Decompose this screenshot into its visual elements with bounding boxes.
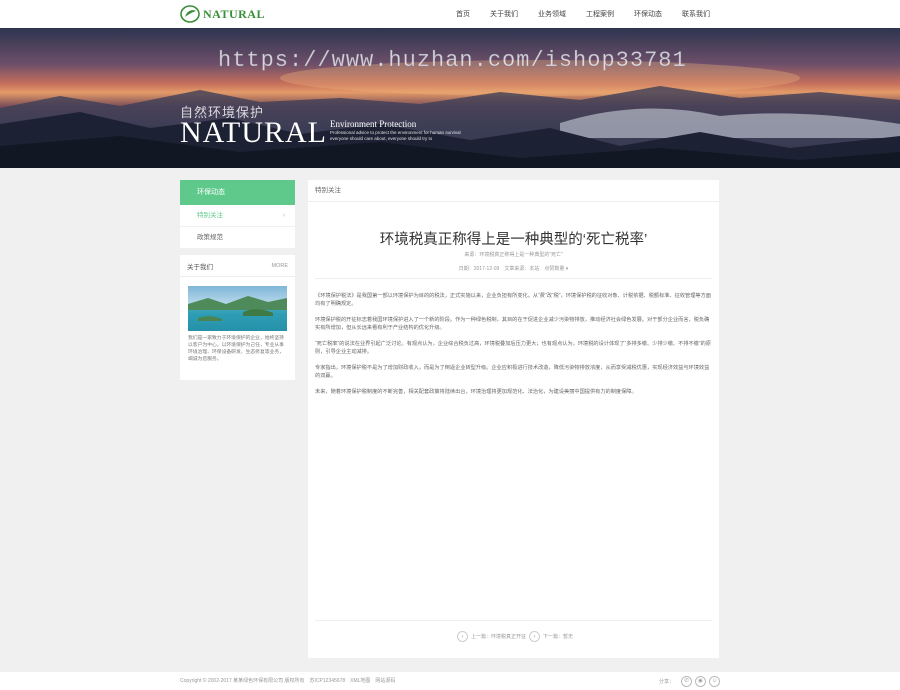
- banner-tagline-line: everyone should care about, everyone sho…: [330, 136, 433, 141]
- chevron-right-icon: ›: [282, 212, 285, 219]
- article-meta: 日期：2017-12-09 文章来源：本站 点赞数量 ▾: [458, 266, 569, 272]
- banner: https://www.huzhan.com/ishop33781 自然环境保护…: [0, 28, 900, 168]
- section-title: 特别关注: [308, 180, 719, 202]
- nav-about[interactable]: 关于我们: [490, 9, 518, 19]
- leaf-logo-icon: [180, 5, 200, 23]
- nav-business[interactable]: 业务领域: [538, 9, 566, 19]
- wechat-icon[interactable]: ✆: [681, 675, 692, 687]
- logo-text: NATURAL: [203, 6, 265, 21]
- prev-arrow-icon[interactable]: ‹: [456, 631, 468, 642]
- about-image[interactable]: [188, 286, 287, 331]
- share-label: 分享：: [658, 678, 674, 685]
- next-article-link[interactable]: 下一篇：暂无: [543, 633, 573, 640]
- banner-subtitle: Environment Protection: [330, 119, 417, 129]
- site-header: NATURAL 首页 关于我们 业务领域 工程案例 环保动态 联系我们: [0, 0, 900, 28]
- sidebar-item-special[interactable]: 特别关注 ›: [180, 205, 295, 227]
- qq-icon[interactable]: ☺: [709, 675, 720, 687]
- sidebar-menu: 环保动态 特别关注 › 政策规范: [180, 180, 295, 249]
- article-panel: 特别关注 环境税真正称得上是一种典型的‘死亡税率’ 来源：环境税真正称得上是一种…: [308, 180, 719, 658]
- article-paragraph: 专家指出，环境保护税不是为了增加财政收入，而是为了倒逼企业转型升级。企业应积极进…: [315, 365, 710, 379]
- article-paragraph: “死亡税率”的说法在业界引起广泛讨论。有观点认为，企业综合税负过高，环境税叠加后…: [315, 341, 711, 355]
- article-source: 来源：环境税真正称得上是一种典型的“死亡”: [464, 252, 563, 258]
- sidebar-item-policy[interactable]: 政策规范: [180, 227, 295, 249]
- weibo-icon[interactable]: ◉: [695, 675, 706, 687]
- article-body: 《环境保护税法》是我国第一部以环境保护为目的的税法，正式实施以来，企业负担有所变…: [315, 292, 712, 404]
- sidebar-item-label: 特别关注: [197, 212, 223, 219]
- banner-tagline: Professional advice to protect the envir…: [330, 130, 490, 142]
- banner-title-en: NATURAL: [180, 116, 327, 149]
- about-panel: 关于我们 MORE 我们是一家致力于环境保护的企业，始终坚持以客户为中心，以环境…: [180, 255, 295, 380]
- nav-cases[interactable]: 工程案例: [586, 9, 614, 19]
- about-more-link[interactable]: MORE: [272, 263, 289, 269]
- nav-news[interactable]: 环保动态: [634, 9, 662, 19]
- next-arrow-icon[interactable]: ›: [529, 631, 540, 642]
- about-title: 关于我们: [187, 263, 213, 271]
- logo[interactable]: NATURAL: [180, 4, 265, 24]
- about-header: 关于我们 MORE: [180, 255, 295, 277]
- prev-article-link[interactable]: 上一篇：环境税真正开征: [471, 633, 526, 640]
- divider: [315, 278, 712, 279]
- island-image: [188, 296, 287, 331]
- site-footer: Copyright © 2002-2017 某某绿色环保有限公司 版权所有 苏I…: [0, 672, 900, 690]
- article-paragraph: 《环境保护税法》是我国第一部以环境保护为目的的税法，正式实施以来，企业负担有所变…: [315, 293, 711, 307]
- article-paragraph: 未来，随着环境保护税制度的不断完善，相关配套政策将陆续出台，环境治理将更加规范化…: [315, 389, 637, 395]
- main-nav: 首页 关于我们 业务领域 工程案例 环保动态 联系我们: [436, 0, 710, 28]
- about-text: 我们是一家致力于环境保护的企业，始终坚持以客户为中心，以环境保护为己任，专业从事…: [188, 336, 284, 362]
- article-title: 环境税真正称得上是一种典型的‘死亡税率’: [379, 232, 648, 248]
- article-pager: ‹ 上一篇：环境税真正开征 › 下一篇：暂无: [308, 631, 719, 642]
- share-bar: 分享： ✆ ◉ ☺: [659, 675, 720, 687]
- sidebar-item-label: 政策规范: [197, 234, 223, 241]
- sidebar-heading: 环保动态: [180, 180, 295, 205]
- nav-home[interactable]: 首页: [456, 9, 470, 19]
- copyright-text: Copyright © 2002-2017 某某绿色环保有限公司 版权所有 苏I…: [180, 678, 396, 684]
- watermark-text: https://www.huzhan.com/ishop33781: [218, 48, 687, 74]
- divider: [315, 620, 712, 621]
- nav-contact[interactable]: 联系我们: [682, 9, 710, 19]
- article-paragraph: 环境保护税的开征标志着我国环境保护进入了一个新的阶段。作为一种绿色税制，其目的在…: [315, 317, 710, 331]
